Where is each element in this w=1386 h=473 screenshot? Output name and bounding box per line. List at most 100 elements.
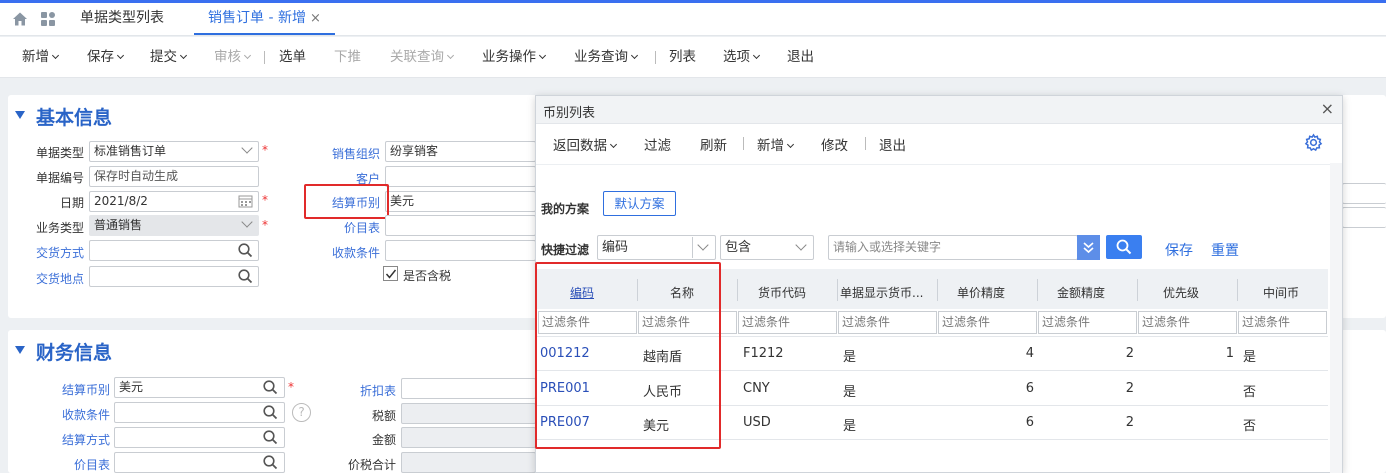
settle-method-field[interactable] [114, 427, 285, 448]
fin-currency-field[interactable]: 美元 [114, 377, 285, 398]
right-field-stub[interactable] [1342, 183, 1386, 204]
save-button[interactable]: 保存 [87, 37, 125, 77]
toolbar-divider [865, 137, 866, 150]
select-divider [692, 237, 693, 258]
delivery-method-label[interactable]: 交货方式 [36, 244, 84, 261]
column-filter-input[interactable]: 过滤条件 [1038, 311, 1137, 334]
edit-button[interactable]: 修改 [821, 134, 848, 154]
quick-filter-label: 快捷过滤 [541, 243, 590, 257]
settlement-currency-field[interactable]: 美元 [385, 191, 536, 212]
biz-type-select[interactable]: 普通销售 [89, 215, 259, 236]
collapse-triangle-icon[interactable] [15, 111, 25, 119]
calendar-icon[interactable] [238, 194, 253, 208]
tax-included-checkbox[interactable] [383, 266, 398, 281]
submit-button[interactable]: 提交 [150, 37, 188, 77]
return-data-button[interactable]: 返回数据 [553, 134, 618, 154]
doc-type-select[interactable]: 标准销售订单 [89, 141, 259, 162]
fin-payment-terms-field[interactable] [114, 402, 285, 423]
related-query-button[interactable]: 关联查询 [390, 37, 455, 77]
keyword-dropdown-button[interactable] [1077, 235, 1100, 260]
discount-field[interactable] [401, 378, 536, 399]
search-icon[interactable] [263, 380, 278, 395]
main-toolbar: 新增 保存 提交 审核 选单 下推 关联查询 业务操作 业务查询 列表 选项 退… [0, 37, 1386, 78]
search-icon[interactable] [238, 269, 253, 284]
column-header-intermediate[interactable]: 中间币 [1263, 284, 1299, 301]
save-scheme-link[interactable]: 保存 [1165, 240, 1193, 260]
right-field-stub[interactable] [1342, 207, 1386, 228]
collapse-triangle-icon[interactable] [15, 346, 25, 354]
push-down-button[interactable]: 下推 [334, 37, 361, 77]
cell-currency-code: USD [743, 415, 771, 430]
chevron-down-icon [179, 51, 188, 60]
total-label: 价税合计 [347, 458, 396, 472]
tab-sales-order-new[interactable]: 销售订单 - 新增 × [194, 3, 335, 35]
list-button[interactable]: 列表 [669, 37, 696, 77]
column-divider [937, 279, 938, 301]
customer-field[interactable] [385, 166, 536, 187]
tab-doc-type-list[interactable]: 单据类型列表 [80, 3, 164, 35]
search-icon[interactable] [263, 455, 278, 470]
column-filter-input[interactable]: 过滤条件 [838, 311, 937, 334]
section-title-finance: 财务信息 [36, 342, 113, 364]
column-filter-input[interactable]: 过滤条件 [1238, 311, 1327, 334]
close-icon[interactable]: × [310, 11, 321, 26]
column-header-show-symbol[interactable]: 单据显示货币... [840, 284, 923, 301]
options-button[interactable]: 选项 [723, 37, 761, 77]
fin-payment-terms-label[interactable]: 收款条件 [50, 406, 110, 423]
chevron-down-icon [752, 51, 761, 60]
close-icon[interactable]: × [1321, 99, 1334, 118]
settle-method-label[interactable]: 结算方式 [50, 431, 110, 448]
delivery-method-field[interactable] [89, 240, 259, 261]
new-button[interactable]: 新增 [22, 37, 60, 77]
dialog-new-button[interactable]: 新增 [757, 134, 795, 154]
exit-button[interactable]: 退出 [787, 37, 814, 77]
apps-icon[interactable] [39, 10, 57, 28]
column-header-currency-code[interactable]: 货币代码 [758, 284, 806, 301]
date-field[interactable]: 2021/8/2 [89, 191, 259, 212]
doc-no-field[interactable]: 保存时自动生成 [89, 166, 259, 187]
dialog-exit-button[interactable]: 退出 [879, 134, 906, 154]
column-header-amount-precision[interactable]: 金额精度 [1057, 284, 1105, 301]
refresh-button[interactable]: 刷新 [700, 134, 727, 154]
search-icon[interactable] [263, 430, 278, 445]
chevron-down-icon [116, 51, 125, 60]
help-icon[interactable]: ? [292, 403, 311, 422]
price-list-label[interactable]: 价目表 [320, 219, 380, 236]
delivery-place-field[interactable] [89, 266, 259, 287]
column-filter-input[interactable]: 过滤条件 [938, 311, 1037, 334]
business-ops-button[interactable]: 业务操作 [482, 37, 547, 77]
payment-terms-label[interactable]: 收款条件 [320, 244, 380, 261]
column-header-price-precision[interactable]: 单价精度 [957, 284, 1005, 301]
discount-label[interactable]: 折扣表 [336, 382, 396, 399]
search-button[interactable] [1106, 235, 1142, 259]
select-order-button[interactable]: 选单 [279, 37, 306, 77]
filter-field-select[interactable]: 编码 [597, 235, 716, 260]
dialog-scrollbar[interactable] [1330, 163, 1342, 473]
keyword-input[interactable]: 请输入或选择关键字 [828, 235, 1078, 260]
payment-terms-field[interactable] [385, 240, 536, 261]
options-label: 选项 [723, 49, 750, 65]
column-filter-input[interactable]: 过滤条件 [1138, 311, 1237, 334]
column-filter-input[interactable]: 过滤条件 [738, 311, 837, 334]
fin-currency-label[interactable]: 结算币别 [50, 381, 110, 398]
column-header-priority[interactable]: 优先级 [1163, 284, 1199, 301]
home-icon[interactable] [11, 10, 29, 28]
section-title-basic: 基本信息 [36, 107, 113, 129]
default-scheme-button[interactable]: 默认方案 [603, 191, 676, 216]
cell-priority: 1 [1225, 346, 1234, 361]
delivery-place-label[interactable]: 交货地点 [36, 270, 84, 287]
filter-button[interactable]: 过滤 [644, 134, 671, 154]
fin-price-list-label[interactable]: 价目表 [50, 456, 110, 473]
audit-button[interactable]: 审核 [214, 37, 252, 77]
gear-icon[interactable] [1304, 133, 1323, 152]
sales-org-label[interactable]: 销售组织 [320, 145, 380, 162]
business-query-button[interactable]: 业务查询 [574, 37, 639, 77]
fin-price-list-field[interactable] [114, 452, 285, 473]
search-icon[interactable] [238, 243, 253, 258]
cell-intermediate: 否 [1243, 385, 1257, 400]
price-list-field[interactable] [385, 215, 536, 236]
search-icon[interactable] [263, 405, 278, 420]
sales-org-field[interactable]: 纷享销客 [385, 141, 536, 162]
reset-link[interactable]: 重置 [1211, 240, 1239, 260]
query-label: 业务查询 [574, 49, 628, 65]
